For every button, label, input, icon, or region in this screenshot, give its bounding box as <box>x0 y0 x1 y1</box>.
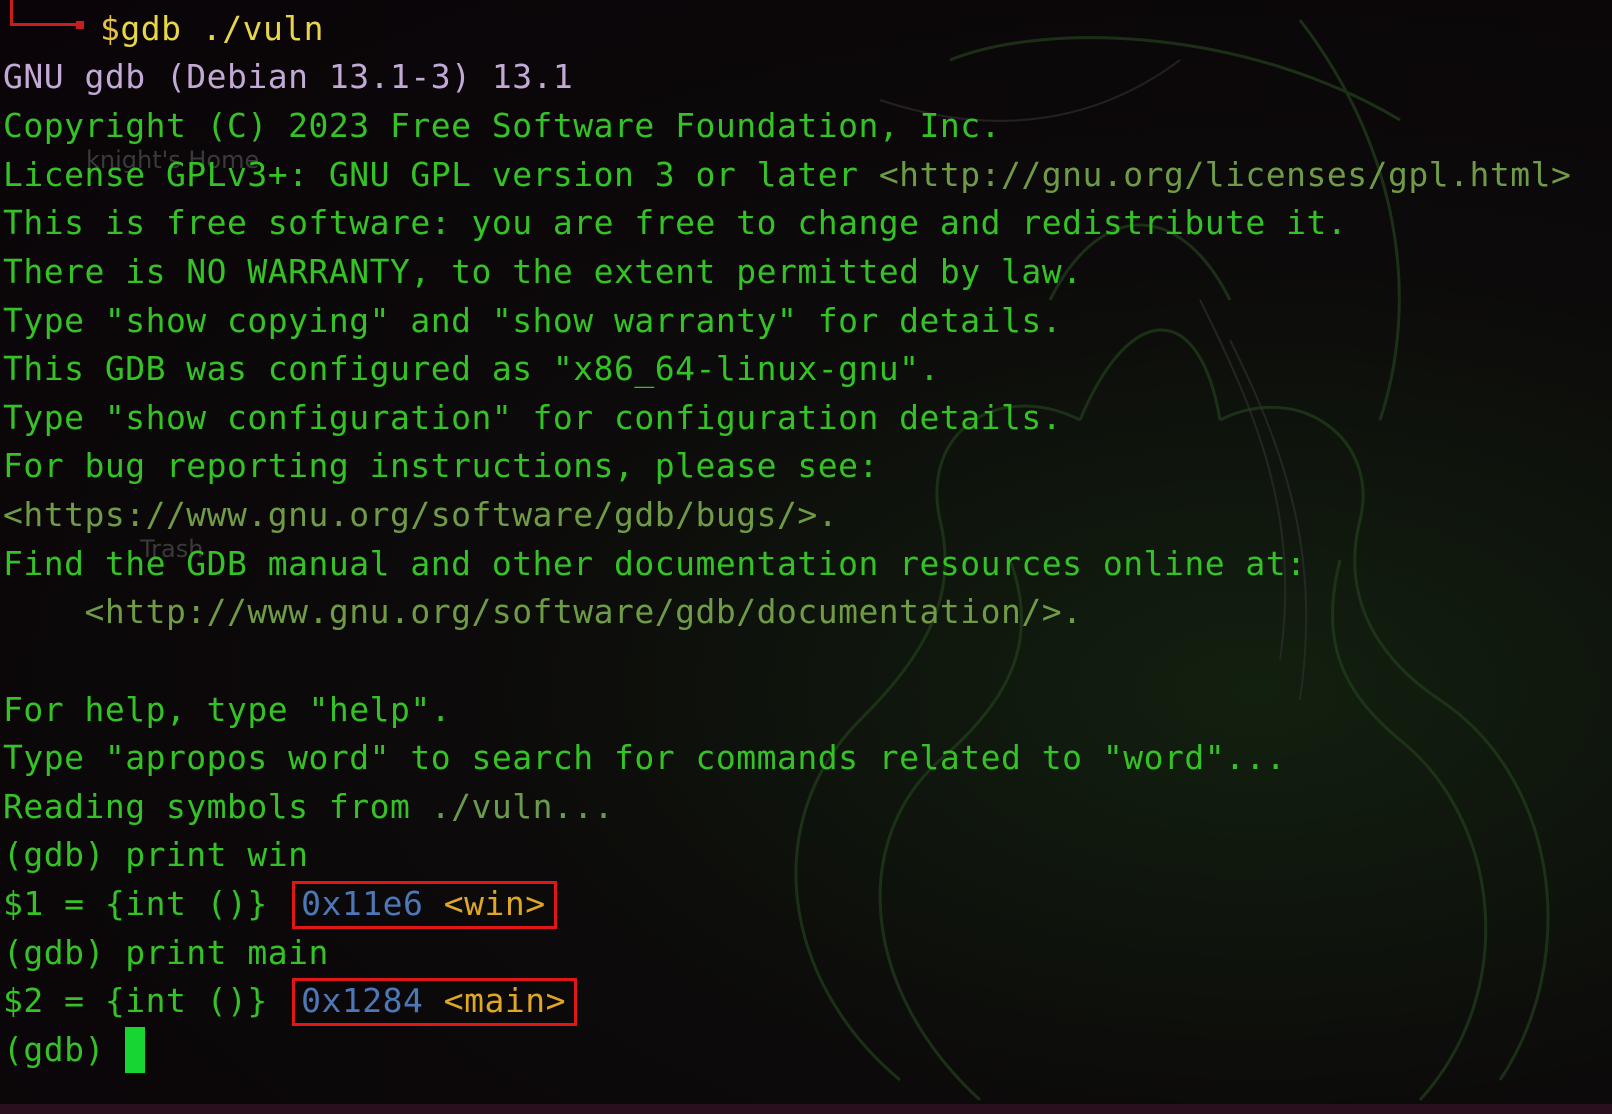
main-address-highlight-box: 0x1284 <main> <box>292 978 577 1026</box>
prompt-corner-glyph <box>10 0 84 29</box>
main-address: 0x1284 <box>301 981 424 1020</box>
warranty-line: There is NO WARRANTY, to the extent perm… <box>3 252 1083 291</box>
reading-symbols-line: Reading symbols from ./vuln... <box>3 782 614 831</box>
print-win-command: (gdb) print win <box>3 835 309 874</box>
documentation-url-line: <http://www.gnu.org/software/gdb/documen… <box>3 592 1083 631</box>
show-copying-line: Type "show copying" and "show warranty" … <box>3 301 1063 340</box>
apropos-line: Type "apropos word" to search for comman… <box>3 738 1287 777</box>
result1-prefix: $1 = {int ()} <box>3 884 289 923</box>
gdb-version-line: GNU gdb (Debian 13.1-3) 13.1 <box>3 57 574 96</box>
license-text: License GPLv3+: GNU GPL version 3 or lat… <box>3 155 879 194</box>
win-address-highlight-box: 0x11e6 <win> <box>292 881 557 929</box>
help-line: For help, type "help". <box>3 690 452 729</box>
license-line: License GPLv3+: GNU GPL version 3 or lat… <box>3 150 1571 199</box>
win-symbol: <win> <box>443 884 546 923</box>
terminal-window[interactable]: knight's Home Trash $gdb ./vuln GNU gdb … <box>0 0 1612 1114</box>
show-config-line: Type "show configuration" for configurat… <box>3 398 1063 437</box>
result2-prefix: $2 = {int ()} <box>3 981 289 1020</box>
free-software-line: This is free software: you are free to c… <box>3 203 1348 242</box>
taskbar-edge <box>0 1104 1612 1114</box>
bugs-url-line: <https://www.gnu.org/software/gdb/bugs/>… <box>3 495 839 534</box>
copyright-line: Copyright (C) 2023 Free Software Foundat… <box>3 106 1002 145</box>
manual-line: Find the GDB manual and other documentat… <box>3 544 1307 583</box>
command-line: $gdb ./vuln <box>100 4 324 53</box>
gdb-prompt-line[interactable]: (gdb) <box>3 1025 146 1074</box>
print-main-result: $2 = {int ()} 0x1284 <main> <box>3 976 577 1026</box>
command-text: gdb ./vuln <box>120 9 325 48</box>
configured-line: This GDB was configured as "x86_64-linux… <box>3 349 940 388</box>
print-win-result: $1 = {int ()} 0x11e6 <win> <box>3 879 557 929</box>
main-symbol: <main> <box>443 981 566 1020</box>
text-cursor[interactable] <box>125 1027 146 1073</box>
reading-symbols-text: Reading symbols from <box>3 787 431 826</box>
bug-reporting-line: For bug reporting instructions, please s… <box>3 446 879 485</box>
reading-symbols-file: ./vuln... <box>430 787 615 826</box>
win-address: 0x11e6 <box>301 884 424 923</box>
prompt-symbol: $ <box>100 9 121 48</box>
gdb-prompt: (gdb) <box>3 1030 126 1069</box>
license-url: <http://gnu.org/licenses/gpl.html> <box>878 155 1572 194</box>
print-main-command: (gdb) print main <box>3 933 329 972</box>
